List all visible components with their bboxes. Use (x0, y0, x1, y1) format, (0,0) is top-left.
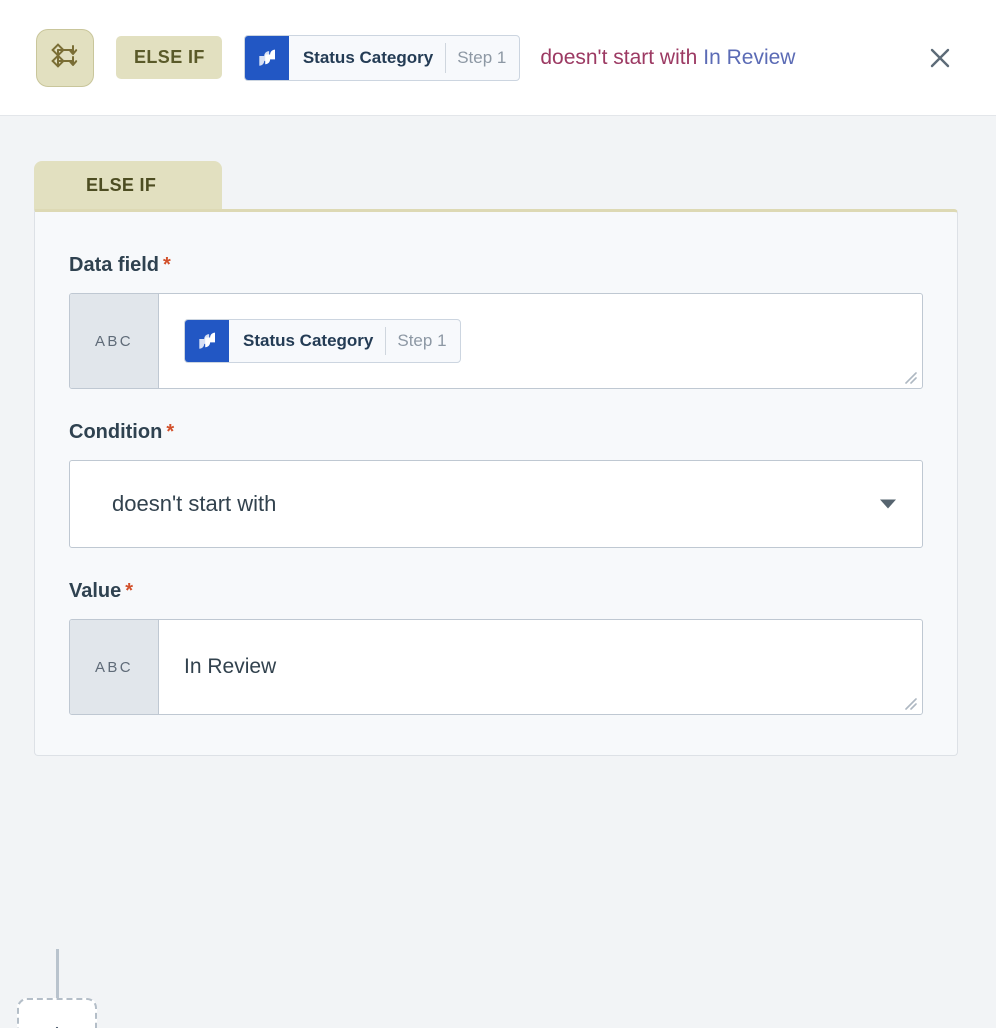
else-if-node: ELSE IF Data field * ABC Status Category… (34, 161, 958, 756)
node-body: Data field * ABC Status Category Step 1 … (34, 209, 958, 756)
summary-header-bar: ELSE IF Status Category Step 1 doesn't s… (0, 0, 996, 116)
data-field-token-name: Status Category (243, 331, 374, 350)
close-button[interactable] (920, 38, 960, 78)
workflow-canvas: ELSE IF Data field * ABC Status Category… (0, 116, 996, 1028)
required-marker: * (163, 254, 171, 276)
token-separator (445, 42, 447, 73)
header-token-name: Status Category (302, 47, 434, 67)
data-field-label-text: Data field (69, 254, 160, 276)
chevron-down-icon[interactable] (880, 499, 896, 509)
value-content[interactable]: In Review (159, 620, 922, 714)
condition-selected-value: doesn't start with (112, 491, 277, 516)
condition-select[interactable]: doesn't start with (69, 460, 923, 548)
data-field-content[interactable]: Status Category Step 1 (159, 294, 922, 388)
jira-icon (185, 320, 229, 362)
data-field-token-text: Status Category Step 1 (229, 320, 460, 362)
data-field-label: Data field * (69, 254, 923, 277)
header-token-text: Status Category Step 1 (289, 36, 520, 80)
field-group-value: Value * ABC In Review (69, 580, 923, 715)
branch-condition-icon (36, 28, 94, 87)
data-field-token[interactable]: Status Category Step 1 (184, 319, 461, 363)
resize-handle[interactable] (901, 368, 917, 384)
summary-operator: doesn't start with (540, 45, 698, 69)
data-field-input[interactable]: ABC Status Category Step 1 (69, 293, 923, 389)
header-token-step: Step 1 (457, 47, 507, 67)
value-label-text: Value (69, 580, 122, 602)
condition-label: Condition * (69, 421, 923, 444)
value-input[interactable]: ABC In Review (69, 619, 923, 715)
summary-value: In Review (703, 45, 796, 69)
header-else-if-chip: ELSE IF (116, 36, 222, 79)
node-tab-else-if[interactable]: ELSE IF (34, 161, 222, 209)
value-type-badge: ABC (70, 620, 159, 714)
resize-handle[interactable] (901, 694, 917, 710)
jira-icon (244, 35, 289, 80)
required-marker: * (166, 421, 175, 443)
data-field-type-badge: ABC (70, 294, 159, 388)
field-group-data-field: Data field * ABC Status Category Step 1 (69, 254, 923, 389)
condition-summary: doesn't start with In Review (540, 46, 795, 70)
field-group-condition: Condition * doesn't start with (69, 421, 923, 548)
data-field-token-step: Step 1 (397, 331, 447, 350)
condition-label-text: Condition (69, 421, 163, 443)
header-data-field-token[interactable]: Status Category Step 1 (243, 34, 521, 81)
value-label: Value * (69, 580, 923, 603)
close-icon (930, 48, 950, 67)
value-text: In Review (184, 655, 277, 678)
add-step-button[interactable] (17, 998, 97, 1028)
required-marker: * (125, 580, 134, 602)
token-separator (385, 327, 387, 355)
plus-icon (55, 1026, 59, 1028)
